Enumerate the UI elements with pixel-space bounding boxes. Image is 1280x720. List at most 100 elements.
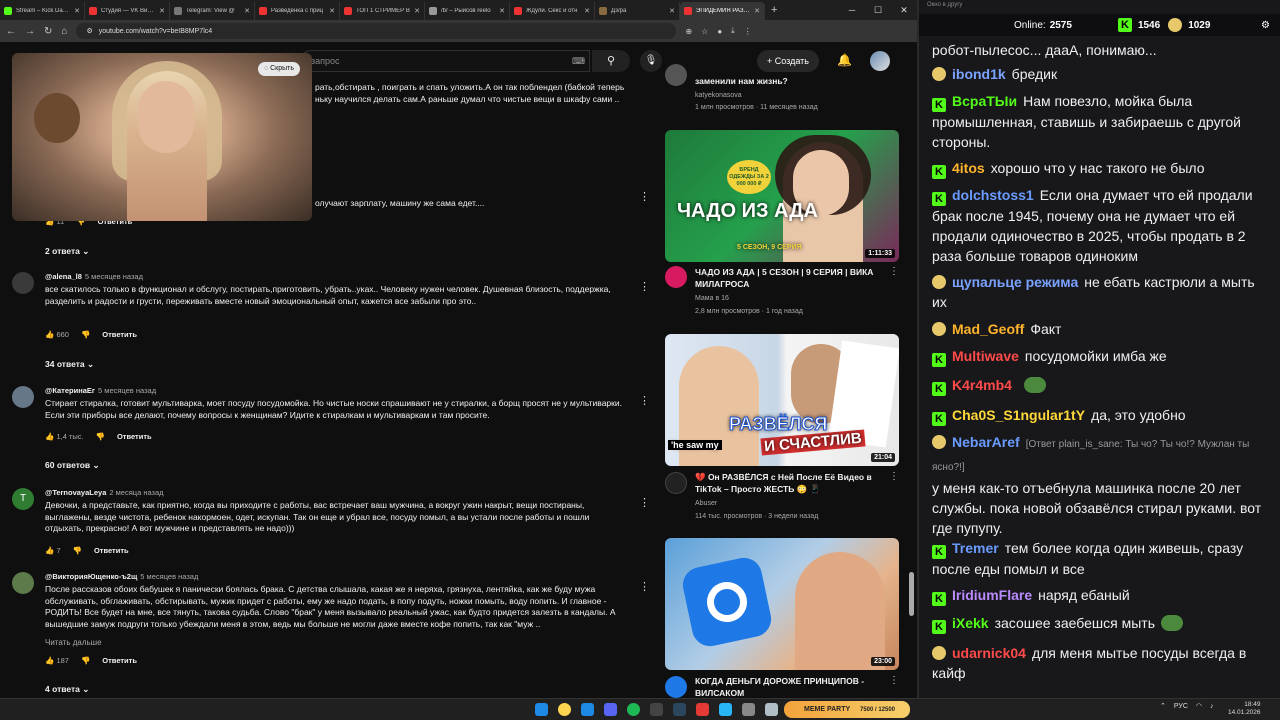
reload-icon[interactable]: ↻: [44, 26, 52, 37]
maximize-button[interactable]: ☐: [865, 5, 891, 16]
bookmark-icon[interactable]: ☆: [701, 27, 708, 36]
home-icon[interactable]: ⌂: [61, 26, 67, 37]
browser-tab[interactable]: Telegram: View @ ✕: [170, 2, 255, 20]
start-icon[interactable]: [535, 703, 548, 716]
browser-tab[interactable]: Разведёнка с приц ✕: [255, 2, 340, 20]
close-icon[interactable]: ✕: [329, 7, 335, 15]
replies-toggle[interactable]: 2 ответа ⌄: [45, 246, 89, 257]
dislike-button[interactable]: 👎: [81, 330, 90, 339]
search-button[interactable]: ⚲: [592, 50, 630, 72]
settings-icon[interactable]: ⚙: [1261, 20, 1270, 31]
more-icon[interactable]: ⋮: [639, 496, 650, 509]
minimize-button[interactable]: ─: [839, 5, 865, 16]
reply-button[interactable]: Ответить: [102, 656, 137, 665]
site-info-icon[interactable]: ⚙: [86, 27, 92, 35]
comment-author[interactable]: @TernovayaLeya: [45, 488, 106, 497]
back-icon[interactable]: ←: [6, 26, 16, 37]
download-icon[interactable]: ⤓: [731, 26, 735, 36]
more-icon[interactable]: ⋮: [889, 266, 899, 277]
dislike-button[interactable]: 👎: [96, 432, 105, 441]
chat-username[interactable]: Mad_Geoff: [952, 321, 1024, 337]
browser-tab[interactable]: Студия — VK Видео ✕: [85, 2, 170, 20]
miniplayer-video[interactable]: [12, 53, 312, 221]
chat-username[interactable]: IridiumFlare: [952, 587, 1032, 603]
scrollbar[interactable]: [909, 572, 914, 616]
more-icon[interactable]: ⋮: [639, 394, 650, 407]
chat-username[interactable]: NebarAref: [952, 434, 1020, 450]
more-icon[interactable]: ⋮: [889, 675, 899, 686]
read-more-link[interactable]: Читать дальше: [45, 638, 102, 647]
chat-username[interactable]: Tremer: [952, 540, 999, 556]
chat-username[interactable]: udarnick04: [952, 645, 1026, 661]
browser-tab-active[interactable]: ЭПИДЕМИЯ РАЗВЕ ✕: [680, 2, 765, 20]
app-icon[interactable]: [696, 703, 709, 716]
spotify-icon[interactable]: [627, 703, 640, 716]
replies-toggle[interactable]: 34 ответа ⌄: [45, 359, 94, 370]
steam-icon[interactable]: [673, 703, 686, 716]
video-thumbnail[interactable]: 23:00: [665, 538, 899, 670]
discord-icon[interactable]: [604, 703, 617, 716]
app-icon[interactable]: [742, 703, 755, 716]
close-icon[interactable]: ✕: [244, 7, 250, 15]
browser-tab[interactable]: ТОП 1 СТРИМЕР В ✕: [340, 2, 425, 20]
close-icon[interactable]: ✕: [414, 7, 420, 15]
chat-username[interactable]: ibond1k: [952, 66, 1006, 82]
chat-username[interactable]: щупальце режима: [952, 274, 1078, 290]
clock[interactable]: 18:49 14.01.2026: [1228, 701, 1261, 717]
zoom-icon[interactable]: ⊕: [685, 27, 692, 36]
avatar[interactable]: [12, 386, 34, 408]
chat-username[interactable]: Multiwave: [952, 348, 1019, 364]
like-button[interactable]: 👍 187: [45, 656, 69, 665]
volume-icon[interactable]: ♪: [1210, 703, 1214, 710]
close-icon[interactable]: ✕: [159, 7, 165, 15]
channel-avatar[interactable]: [665, 472, 687, 494]
browser-tab[interactable]: Stream – Kick Dashboard✕: [0, 2, 85, 20]
chat-username[interactable]: dolchstoss1: [952, 187, 1034, 203]
replies-toggle[interactable]: 4 ответа ⌄: [45, 684, 89, 695]
close-icon[interactable]: ✕: [669, 7, 675, 15]
browser-tab[interactable]: Дз/ра ✕: [595, 2, 680, 20]
like-button[interactable]: 👍 7: [45, 546, 61, 555]
like-button[interactable]: 👍 1,4 тыс.: [45, 432, 84, 441]
wifi-icon[interactable]: ◠: [1196, 702, 1202, 710]
channel-avatar[interactable]: [665, 676, 687, 698]
more-icon[interactable]: ⋮: [639, 580, 650, 593]
search-input[interactable]: запрос: [300, 50, 590, 72]
folder-icon[interactable]: [581, 703, 594, 716]
obs-icon[interactable]: [650, 703, 663, 716]
avatar[interactable]: [12, 572, 34, 594]
keyboard-icon[interactable]: ⌨: [572, 56, 585, 67]
more-icon[interactable]: ⋮: [639, 190, 650, 203]
close-icon[interactable]: ✕: [754, 7, 760, 15]
url-field[interactable]: ⚙ youtube.com/watch?v=beIB8MP7lc4: [76, 23, 677, 39]
more-icon[interactable]: ⋮: [889, 471, 899, 482]
more-icon[interactable]: ⋮: [639, 280, 650, 293]
avatar[interactable]: [12, 272, 34, 294]
chat-username[interactable]: K4r4mb4: [952, 377, 1012, 393]
mic-button[interactable]: 🎙: [640, 50, 662, 72]
dislike-button[interactable]: 👎: [73, 546, 82, 555]
comment-author[interactable]: @КатеринаЕг: [45, 386, 95, 395]
reply-button[interactable]: Ответить: [117, 432, 152, 441]
chat-username[interactable]: ВсраТЫи: [952, 93, 1017, 109]
hide-button[interactable]: ◌ Скрыть: [258, 62, 301, 76]
chevron-up-icon[interactable]: ⌃: [1160, 702, 1166, 710]
video-thumbnail[interactable]: БРЕНД ОДЕЖДЫ ЗА 2 000 000 ₽ ЧАДО ИЗ АДА …: [665, 130, 899, 262]
chat-username[interactable]: Cha0S_S1ngular1tY: [952, 407, 1085, 423]
dislike-button[interactable]: 👎: [81, 656, 90, 665]
video-thumbnail[interactable]: РАЗВЁЛСЯ И СЧАСТЛИВ 'he saw my 21:04: [665, 334, 899, 466]
like-button[interactable]: 👍 660: [45, 330, 69, 339]
extension-icon[interactable]: ●: [717, 27, 722, 36]
replies-toggle[interactable]: 60 ответов ⌄: [45, 460, 100, 471]
browser-tab[interactable]: /b/ – Рыисов reelо ✕: [425, 2, 510, 20]
comment-author[interactable]: @ВикторияЮщенко-ъ2щ: [45, 572, 137, 581]
menu-icon[interactable]: ⋮: [744, 27, 752, 36]
chat-username[interactable]: iXekk: [952, 615, 989, 631]
close-icon[interactable]: ✕: [584, 7, 590, 15]
channel-avatar[interactable]: [665, 64, 687, 86]
avatar[interactable]: T: [12, 488, 34, 510]
new-tab-button[interactable]: +: [765, 4, 783, 16]
telegram-icon[interactable]: [719, 703, 732, 716]
forward-icon[interactable]: →: [25, 26, 35, 37]
reply-button[interactable]: Ответить: [94, 546, 129, 555]
